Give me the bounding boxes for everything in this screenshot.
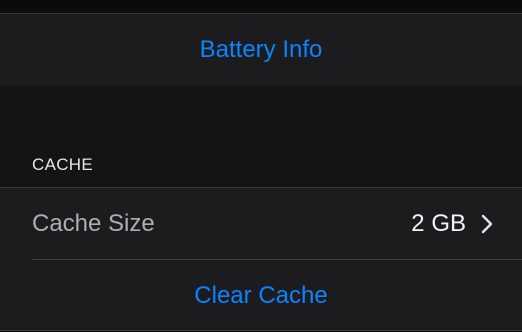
chevron-right-icon — [478, 188, 496, 259]
cache-size-label: Cache Size — [32, 209, 155, 237]
battery-info-button[interactable]: Battery Info — [0, 14, 522, 85]
battery-info-cell[interactable]: Battery Info — [0, 13, 522, 86]
cache-size-value: 2 GB — [411, 209, 466, 237]
cache-section-header: CACHE — [32, 155, 94, 174]
top-strip — [0, 0, 522, 8]
cache-group: Cache Size 2 GB Clear Cache — [0, 187, 522, 331]
settings-screen: Battery Info CACHE Cache Size 2 GB Clear… — [0, 0, 522, 332]
clear-cache-row[interactable]: Clear Cache — [0, 260, 522, 331]
cache-size-row[interactable]: Cache Size 2 GB — [0, 188, 522, 260]
clear-cache-button[interactable]: Clear Cache — [0, 260, 522, 331]
